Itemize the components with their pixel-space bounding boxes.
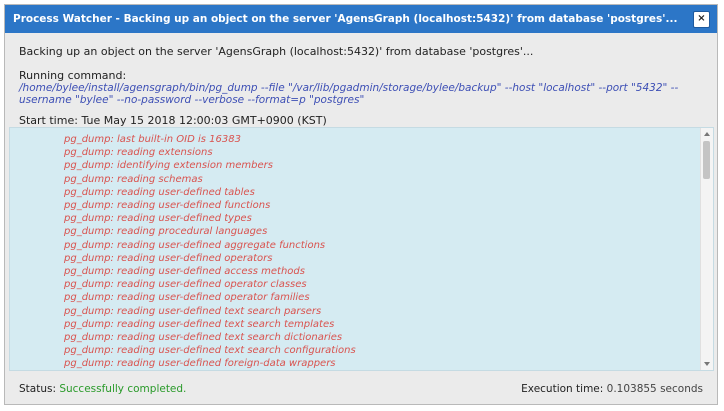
log-output-panel[interactable]: pg_dump: last built-in OID is 16383 pg_du… [9,127,714,371]
log-line: pg_dump: reading user-defined operator f… [64,292,310,304]
log-lines: pg_dump: last built-in OID is 16383 pg_du… [64,133,356,370]
log-line: pg_dump: reading user-defined text searc… [64,332,343,344]
dialog-footer: Status: Successfully completed. Executio… [5,374,717,404]
log-line: pg_dump: reading user-defined access met… [64,266,305,278]
start-time-label: Start time: [19,114,78,127]
close-icon: × [697,13,706,24]
dialog-titlebar: Process Watcher - Backing up an object o… [5,5,717,33]
log-line: pg_dump: reading schemas [64,173,203,185]
log-line: pg_dump: reading user-defined foreign-da… [64,358,336,370]
log-line: pg_dump: reading user-defined text searc… [64,318,335,330]
execution-time-value: 0.103855 seconds [606,383,703,395]
dialog-title: Process Watcher - Backing up an object o… [13,13,678,25]
start-time-value: Tue May 15 2018 12:00:03 GMT+0900 (KST) [81,114,327,127]
running-command-text: /home/bylee/install/agensgraph/bin/pg_du… [19,82,679,106]
execution-time-label: Execution time: [521,383,604,395]
log-line: pg_dump: reading user-defined aggregate … [64,239,326,251]
status-value: Successfully completed. [59,383,187,395]
log-line: pg_dump: reading extensions [64,147,213,159]
log-line: pg_dump: reading user-defined text searc… [64,345,356,357]
log-line: pg_dump: reading user-defined tables [64,186,255,198]
log-line: pg_dump: reading user-defined operator c… [64,279,307,291]
status-label: Status: [19,383,56,395]
process-description: Backing up an object on the server 'Agen… [19,45,534,58]
running-command-label: Running command: [19,69,127,82]
process-info: Backing up an object on the server 'Agen… [5,33,717,127]
log-line: pg_dump: reading user-defined functions [64,200,271,212]
log-line: pg_dump: identifying extension members [64,160,273,172]
start-time: Start time: Tue May 15 2018 12:00:03 GMT… [19,114,703,127]
log-line: pg_dump: reading user-defined operators [64,252,273,264]
process-watcher-dialog: Process Watcher - Backing up an object o… [4,4,718,405]
log-line: pg_dump: reading procedural languages [64,226,268,238]
close-button[interactable]: × [693,11,710,28]
chevron-up-icon[interactable] [704,132,710,136]
log-scrollbar[interactable] [700,128,713,370]
log-line: pg_dump: reading user-defined text searc… [64,305,322,317]
log-line: pg_dump: last built-in OID is 16383 [64,134,241,145]
scrollbar-thumb[interactable] [703,141,710,179]
chevron-down-icon[interactable] [704,362,710,366]
status: Status: Successfully completed. [19,383,186,395]
execution-time: Execution time: 0.103855 seconds [521,383,703,395]
log-line: pg_dump: reading user-defined types [64,213,252,225]
